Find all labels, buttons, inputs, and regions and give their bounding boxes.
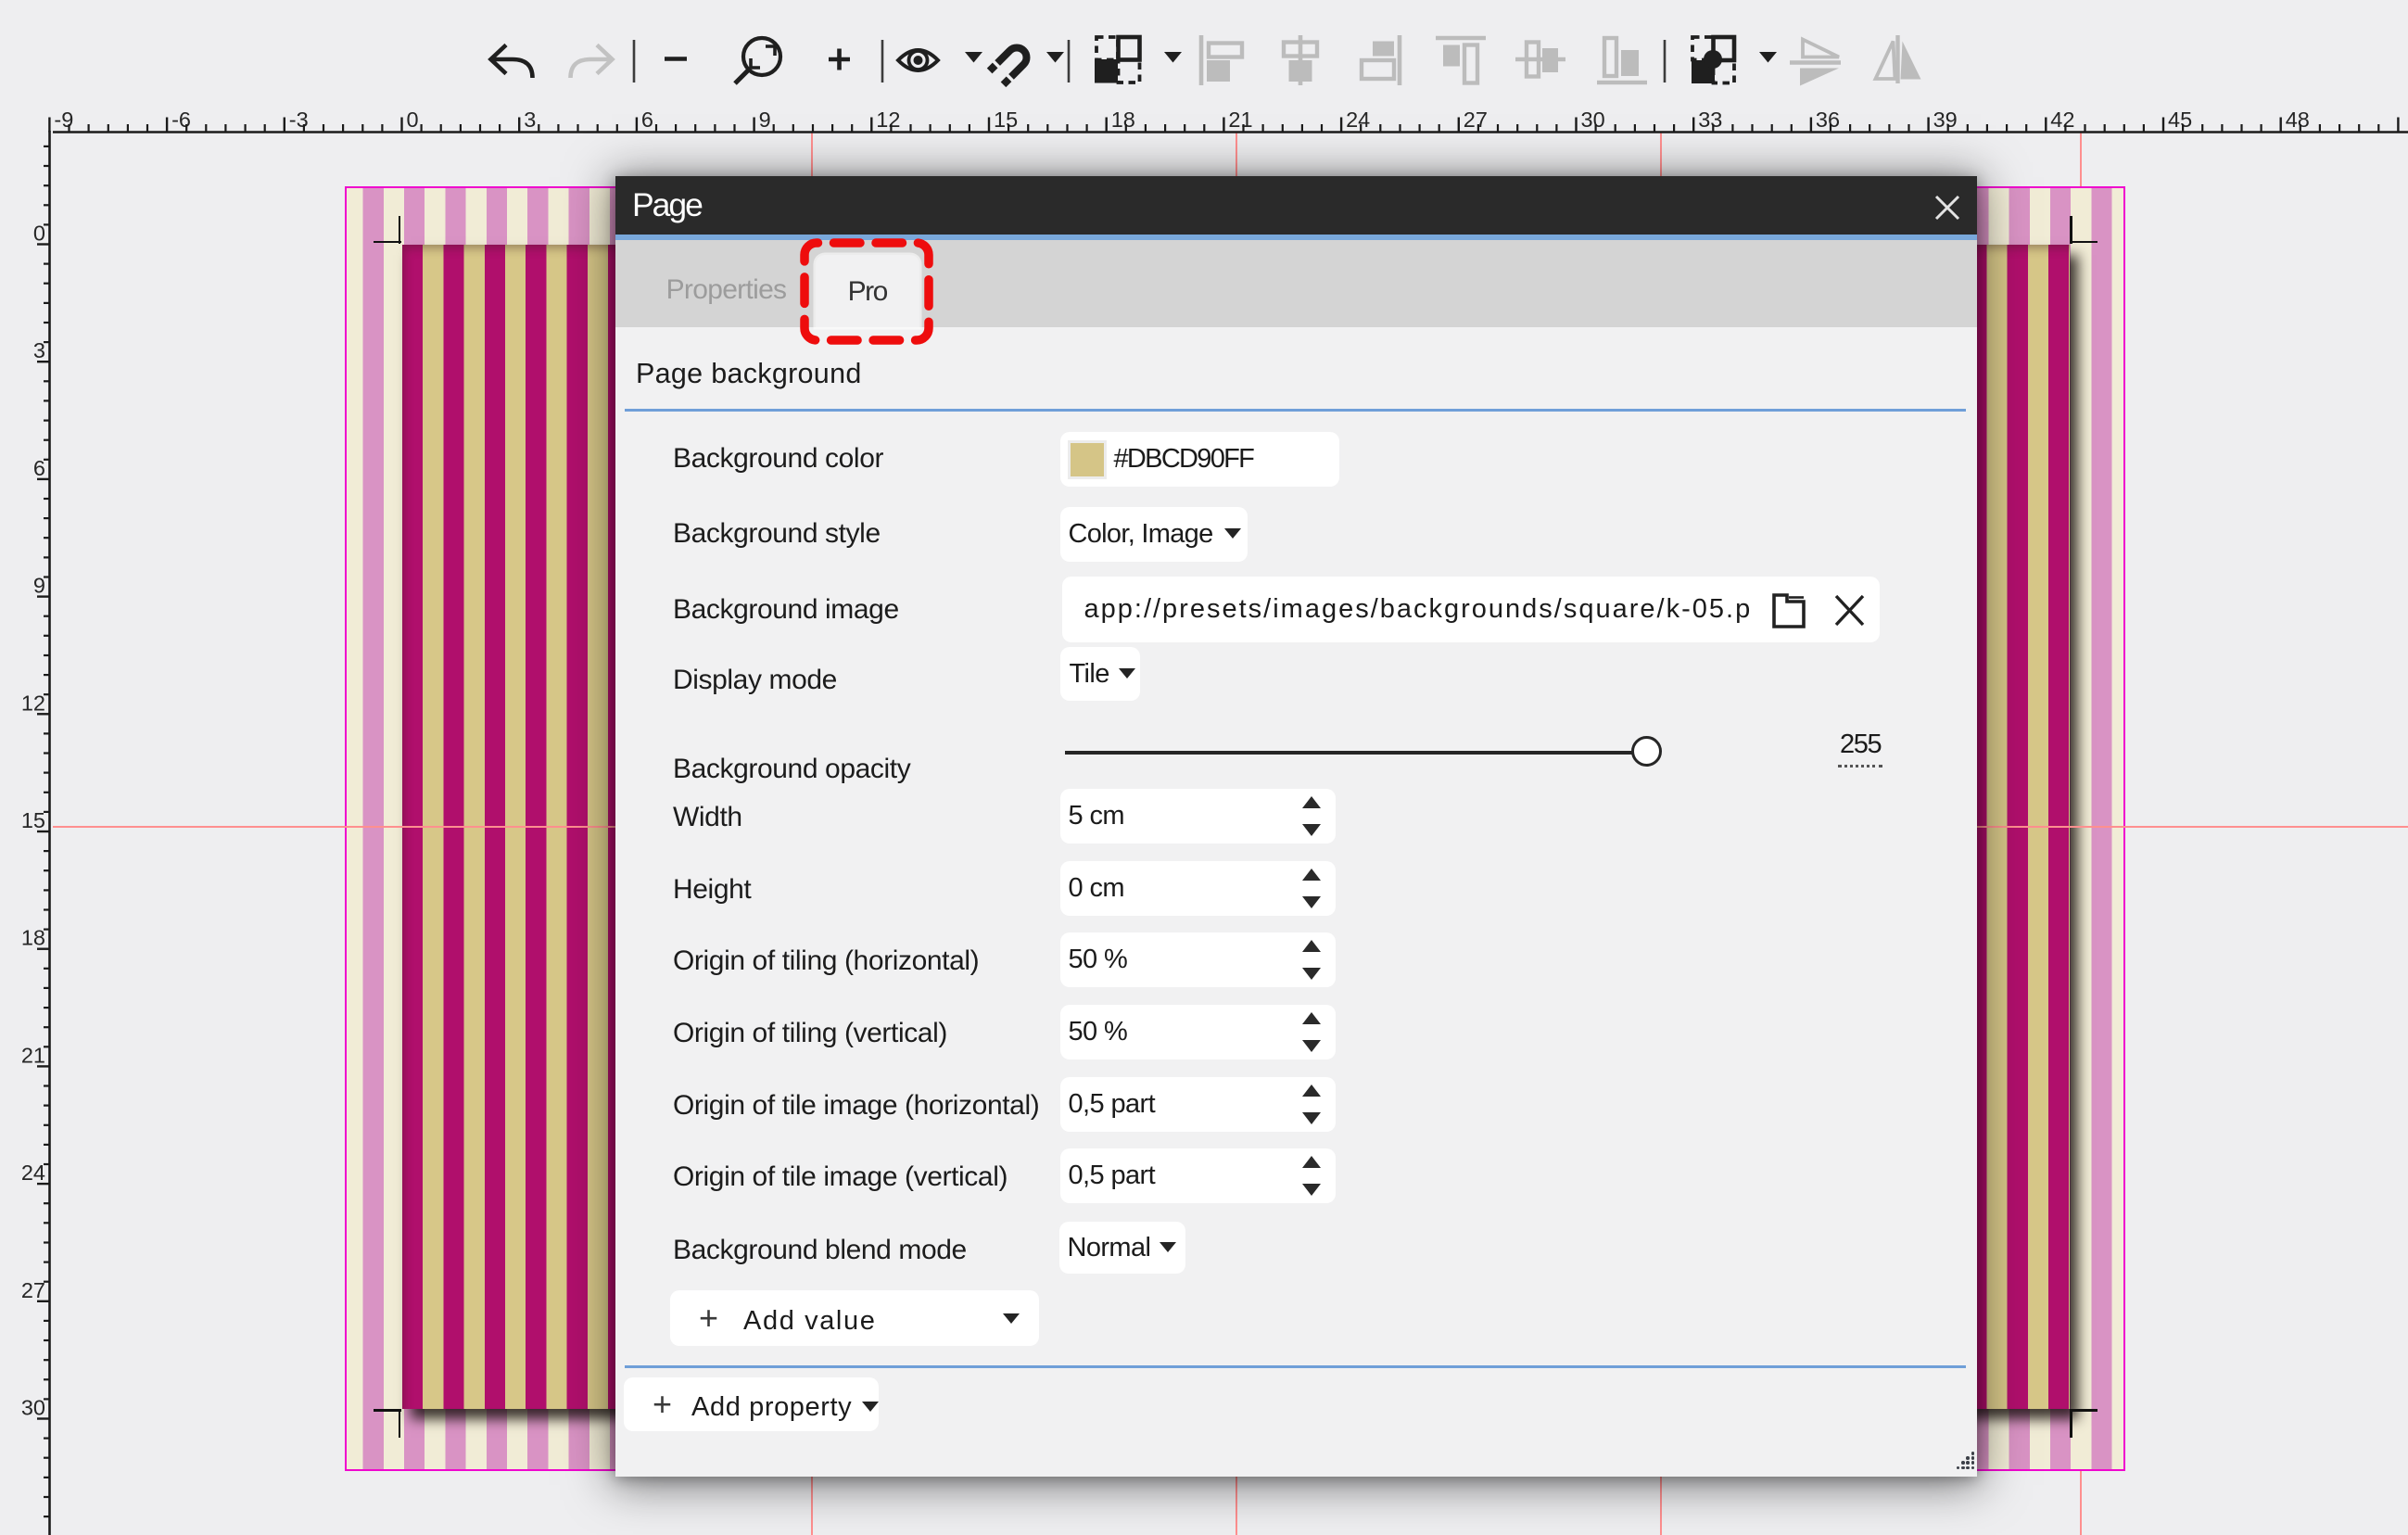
svg-text:3: 3 — [524, 108, 536, 132]
svg-text:27: 27 — [1464, 108, 1488, 132]
svg-text:-3: -3 — [289, 108, 309, 132]
svg-text:36: 36 — [1816, 108, 1840, 132]
svg-text:15: 15 — [21, 808, 45, 832]
svg-text:12: 12 — [876, 108, 900, 132]
svg-text:33: 33 — [1698, 108, 1722, 132]
svg-text:15: 15 — [994, 108, 1018, 132]
svg-text:-9: -9 — [54, 108, 73, 132]
svg-text:21: 21 — [21, 1043, 45, 1067]
svg-text:48: 48 — [2286, 108, 2310, 132]
svg-text:21: 21 — [1228, 108, 1252, 132]
svg-text:6: 6 — [33, 456, 45, 480]
svg-text:12: 12 — [21, 691, 45, 715]
svg-text:27: 27 — [21, 1278, 45, 1302]
svg-text:3: 3 — [33, 338, 45, 362]
svg-text:30: 30 — [1581, 108, 1605, 132]
svg-text:6: 6 — [641, 108, 653, 132]
svg-text:45: 45 — [2168, 108, 2192, 132]
svg-text:18: 18 — [21, 926, 45, 950]
svg-text:9: 9 — [759, 108, 771, 132]
svg-text:24: 24 — [21, 1161, 45, 1185]
svg-text:0: 0 — [33, 222, 45, 246]
svg-text:9: 9 — [33, 574, 45, 598]
svg-text:-6: -6 — [171, 108, 191, 132]
svg-text:0: 0 — [407, 108, 419, 132]
svg-text:39: 39 — [1933, 108, 1958, 132]
svg-text:42: 42 — [2050, 108, 2074, 132]
svg-text:30: 30 — [21, 1396, 45, 1420]
svg-text:24: 24 — [1346, 108, 1370, 132]
svg-text:18: 18 — [1111, 108, 1135, 132]
